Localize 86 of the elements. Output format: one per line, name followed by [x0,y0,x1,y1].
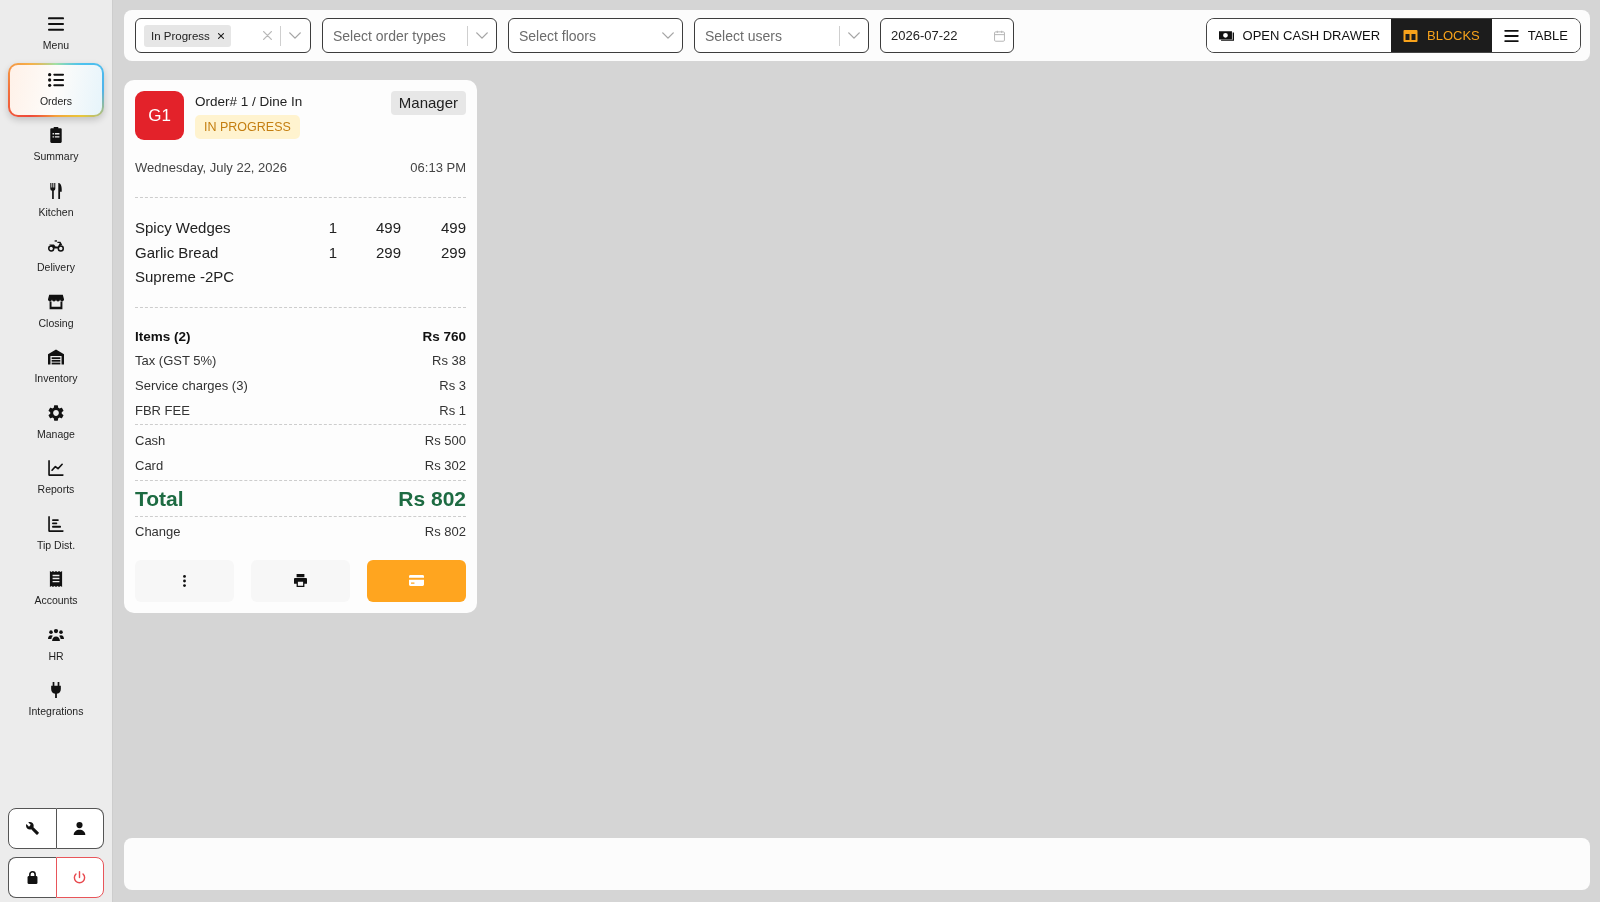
filter-chip[interactable]: In Progress [144,24,231,47]
profile-button[interactable] [56,808,104,849]
printer-icon [294,574,307,588]
menu-icon [48,16,64,32]
summary-label: Items (2) [135,328,191,344]
item-total: 499 [439,219,466,237]
select-field[interactable]: Select users [694,18,869,53]
chevron-down-icon[interactable] [476,32,488,39]
bars-icon [1503,29,1519,42]
credit-card-icon [409,575,424,587]
summary-label: Service charges (3) [135,378,248,393]
order-date: Wednesday, July 22, 2026 [135,159,287,177]
banknote-icon [1218,29,1234,42]
settings-icon [48,404,64,421]
line-chart-icon [48,460,64,476]
lock-icon [25,871,39,884]
item-quantity: 1 [327,243,339,261]
sidebar-item[interactable]: Tip Dist. [8,506,104,561]
list-icon [48,71,64,88]
power-icon [73,871,87,884]
item-quantity: 1 [327,219,339,237]
date-field[interactable]: 2026-07-22 [880,18,1014,53]
storefront-icon [48,293,64,310]
chevron-down-icon[interactable] [289,32,301,39]
sidebar-item[interactable]: Closing [8,284,104,339]
total-value: Rs 802 [398,486,466,511]
summary-value: Rs 500 [424,433,466,449]
columns-icon [1403,29,1419,42]
motorcycle-icon [48,238,64,254]
dots-vertical-icon [183,574,186,587]
select-field[interactable]: Select floors [508,18,683,53]
warehouse-icon [48,349,64,365]
sidebar-item[interactable]: Orders [8,62,104,117]
total-label: Total [135,486,184,511]
summary-value: Rs 802 [424,524,466,540]
close-icon[interactable] [217,32,224,39]
status-badge: IN PROGRESS [195,115,300,139]
chevron-down-icon[interactable] [848,32,860,39]
sidebar-item[interactable]: Inventory [8,340,104,394]
summary-label: FBR FEE [135,402,190,418]
summary-value: Rs 3 [439,378,466,393]
sidebar-item[interactable]: Accounts [8,562,104,616]
sidebar-item[interactable]: Summary [8,118,104,172]
wrench-icon [25,822,39,835]
user-badge: Manager [390,91,466,115]
item-name: Supreme -2PC [135,268,236,286]
order-time: 06:13 PM [410,159,466,177]
power-button[interactable] [55,857,104,898]
receipt-icon [48,571,64,587]
summary-value: Rs 760 [422,328,466,344]
chevron-down-icon[interactable] [662,32,674,39]
pay-button[interactable] [367,559,466,602]
view-tab[interactable]: BLOCKS [1391,19,1492,52]
sidebar-item[interactable]: Delivery [8,229,104,283]
plug-icon [48,682,64,698]
item-name: Garlic Bread [135,243,220,261]
item-price: 499 [374,219,401,237]
clipboard-icon [48,127,64,143]
item-price: 299 [374,243,401,261]
multiselect-field[interactable]: In Progress [135,18,311,53]
summary-value: Rs 302 [424,457,466,473]
select-field[interactable]: Select order types [322,18,497,53]
sidebar-item[interactable]: Menu [8,7,104,61]
print-button[interactable] [251,559,350,602]
summary-value: Rs 38 [432,353,466,369]
person-icon [73,822,87,835]
summary-label: Tax (GST 5%) [135,353,217,369]
sidebar-item[interactable]: Kitchen [8,173,104,228]
summary-label: Card [135,457,164,473]
people-icon [48,626,64,643]
tools-button[interactable] [8,808,57,849]
order-title: Order# 1 / Dine In [195,94,303,110]
item-total: 299 [439,243,466,261]
sidebar-item[interactable]: Reports [8,451,104,505]
calendar-icon[interactable] [994,29,1005,42]
sidebar-item[interactable]: Manage [8,395,104,450]
fork-knife-icon [48,182,64,199]
item-name: Spicy Wedges [135,219,232,237]
bar-chart-icon [48,515,64,532]
summary-label: Cash [135,433,166,449]
lock-button[interactable] [8,857,56,898]
summary-value: Rs 1 [439,402,466,418]
sidebar-item[interactable]: HR [8,617,104,672]
summary-label: Change [135,524,181,540]
sidebar-item[interactable]: Integrations [8,673,104,727]
table-tile: G1 [135,91,184,140]
